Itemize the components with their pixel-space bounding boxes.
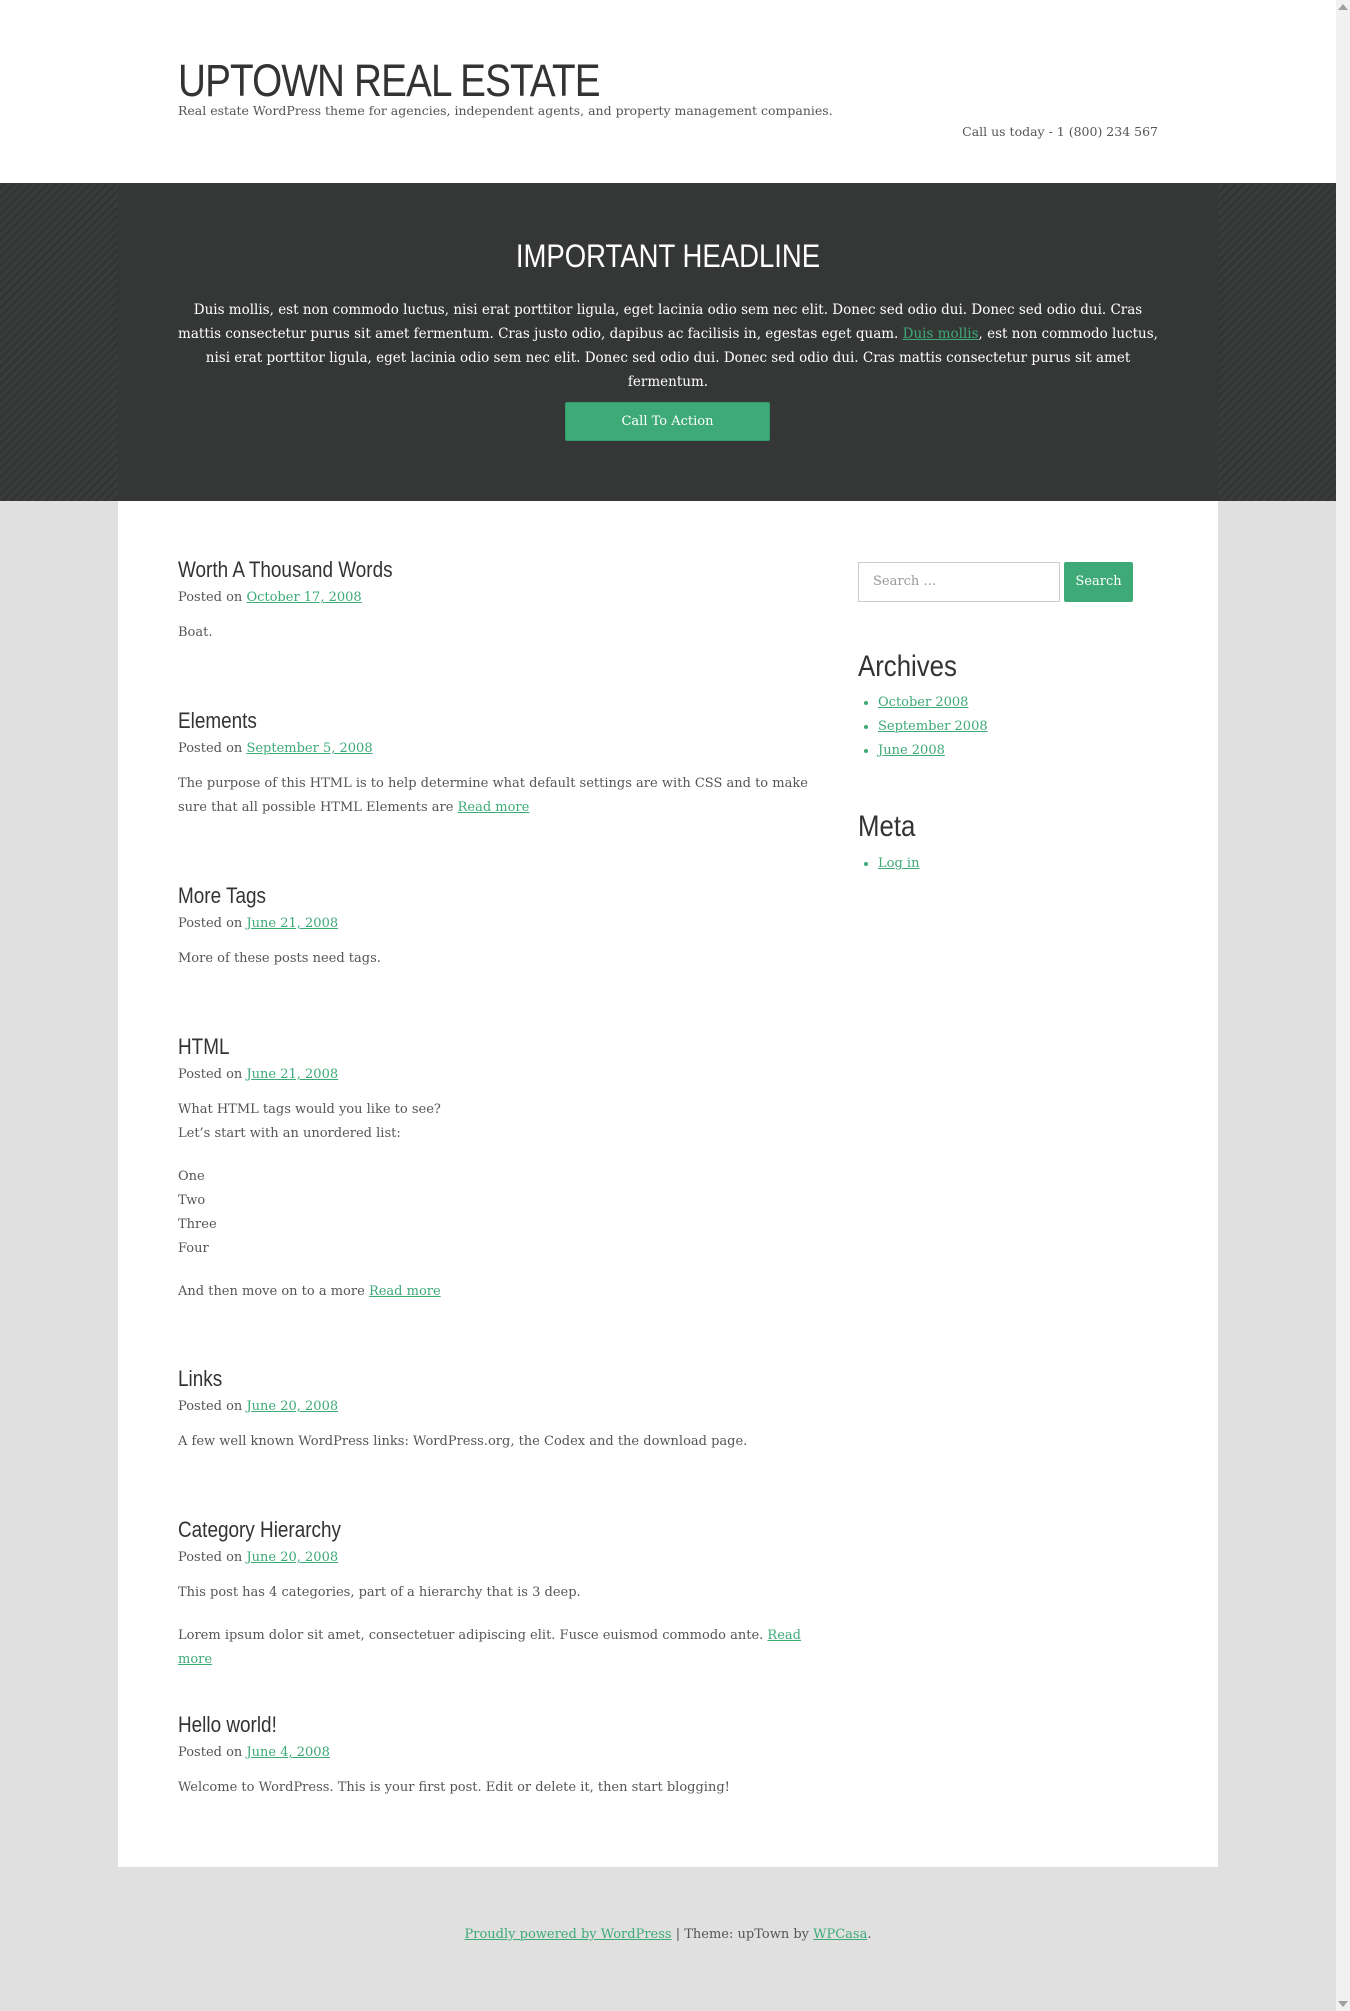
read-more-link[interactable]: Read more — [369, 1284, 441, 1299]
site-header: UPTOWN REAL ESTATE Real estate WordPress… — [0, 0, 1336, 183]
post-title[interactable]: Links — [178, 1365, 728, 1393]
post-title[interactable]: HTML — [178, 1033, 728, 1061]
post-meta: Posted on June 20, 2008 — [178, 1550, 818, 1565]
archive-item: October 2008 — [878, 691, 988, 715]
archive-link[interactable]: June 2008 — [878, 743, 945, 758]
post-excerpt: Welcome to WordPress. This is your first… — [178, 1780, 730, 1795]
post-meta: Posted on June 20, 2008 — [178, 1399, 818, 1414]
list-item: Four — [178, 1241, 209, 1256]
post-paragraph: This post has 4 categories, part of a hi… — [178, 1585, 581, 1600]
read-more-link[interactable]: Read more — [458, 800, 530, 815]
post-paragraph: What HTML tags would you like to see? — [178, 1102, 441, 1117]
scroll-up-icon[interactable] — [1338, 4, 1348, 10]
theme-credit: | Theme: upTown by — [671, 1927, 814, 1942]
phone-number: Call us today - 1 (800) 234 567 — [962, 124, 1158, 139]
post-title[interactable]: Elements — [178, 707, 728, 735]
post-excerpt: Boat. — [178, 625, 213, 640]
post-meta: Posted on October 17, 2008 — [178, 590, 818, 605]
hero-headline: IMPORTANT HEADLINE — [515, 238, 821, 274]
post-paragraph: And then move on to a more Read more — [178, 1284, 441, 1299]
post-meta: Posted on June 21, 2008 — [178, 916, 818, 931]
vertical-scrollbar[interactable] — [1336, 0, 1350, 2011]
post-date-link[interactable]: June 20, 2008 — [246, 1399, 338, 1414]
post-date-link[interactable]: June 21, 2008 — [246, 1067, 338, 1082]
site-tagline: Real estate WordPress theme for agencies… — [178, 103, 833, 118]
search-button[interactable]: Search — [1064, 562, 1133, 602]
posted-on-label: Posted on — [178, 1399, 243, 1414]
post: Hello world! Posted on June 4, 2008 Welc… — [178, 1711, 818, 1800]
post-paragraph: Let’s start with an unordered list: — [178, 1126, 401, 1141]
post-date-link[interactable]: September 5, 2008 — [246, 741, 372, 756]
post-excerpt: The purpose of this HTML is to help dete… — [178, 776, 808, 815]
posted-on-label: Posted on — [178, 916, 243, 931]
meta-title: Meta — [858, 810, 916, 843]
login-link[interactable]: Log in — [878, 856, 919, 871]
archive-item: September 2008 — [878, 715, 988, 739]
post: Worth A Thousand Words Posted on October… — [178, 556, 818, 645]
post-date-link[interactable]: June 20, 2008 — [246, 1550, 338, 1565]
post-paragraph: Lorem ipsum dolor sit amet, consectetuer… — [178, 1628, 801, 1667]
site-title[interactable]: UPTOWN REAL ESTATE — [178, 53, 601, 109]
posted-on-label: Posted on — [178, 1550, 243, 1565]
call-to-action-button[interactable]: Call To Action — [565, 402, 770, 441]
post-excerpt: A few well known WordPress links: WordPr… — [178, 1434, 748, 1449]
post-meta: Posted on June 21, 2008 — [178, 1067, 818, 1082]
post: Links Posted on June 20, 2008 A few well… — [178, 1365, 818, 1454]
post-title[interactable]: More Tags — [178, 882, 728, 910]
archives-title: Archives — [858, 650, 957, 683]
archive-link[interactable]: October 2008 — [878, 695, 968, 710]
post: Elements Posted on September 5, 2008 The… — [178, 707, 818, 820]
post-date-link[interactable]: June 4, 2008 — [246, 1745, 329, 1760]
post-excerpt: More of these posts need tags. — [178, 951, 381, 966]
meta-item: Log in — [878, 852, 919, 876]
post-title[interactable]: Hello world! — [178, 1711, 728, 1739]
hero-banner: IMPORTANT HEADLINE Duis mollis, est non … — [0, 183, 1336, 501]
posted-on-label: Posted on — [178, 590, 243, 605]
post-title[interactable]: Worth A Thousand Words — [178, 556, 728, 584]
list-item: Two — [178, 1193, 206, 1208]
scroll-down-icon[interactable] — [1338, 2001, 1348, 2007]
post: More Tags Posted on June 21, 2008 More o… — [178, 882, 818, 971]
archives-list: October 2008 September 2008 June 2008 — [858, 691, 988, 763]
posted-on-label: Posted on — [178, 1067, 243, 1082]
posted-on-label: Posted on — [178, 741, 243, 756]
post-date-link[interactable]: June 21, 2008 — [246, 916, 338, 931]
site-footer: Proudly powered by WordPress | Theme: up… — [464, 1927, 872, 1942]
post-date-link[interactable]: October 17, 2008 — [246, 590, 361, 605]
post: HTML Posted on June 21, 2008 What HTML t… — [178, 1033, 818, 1304]
wordpress-link[interactable]: Proudly powered by WordPress — [465, 1927, 672, 1942]
list-item: One — [178, 1169, 205, 1184]
list-item: Three — [178, 1217, 217, 1232]
post-list: One Two Three Four — [178, 1165, 818, 1261]
post-meta: Posted on June 4, 2008 — [178, 1745, 818, 1760]
wpcasa-link[interactable]: WPCasa — [813, 1927, 867, 1942]
post-meta: Posted on September 5, 2008 — [178, 741, 818, 756]
meta-list: Log in — [858, 852, 919, 876]
hero-link[interactable]: Duis mollis — [903, 326, 979, 342]
post-title[interactable]: Category Hierarchy — [178, 1516, 728, 1544]
archive-link[interactable]: September 2008 — [878, 719, 988, 734]
archive-item: June 2008 — [878, 739, 988, 763]
posted-on-label: Posted on — [178, 1745, 243, 1760]
hero-text: Duis mollis, est non commodo luctus, nis… — [178, 298, 1158, 394]
post: Category Hierarchy Posted on June 20, 20… — [178, 1516, 818, 1672]
main-content: Worth A Thousand Words Posted on October… — [118, 501, 1218, 1867]
search-input[interactable]: Search … — [858, 562, 1060, 602]
